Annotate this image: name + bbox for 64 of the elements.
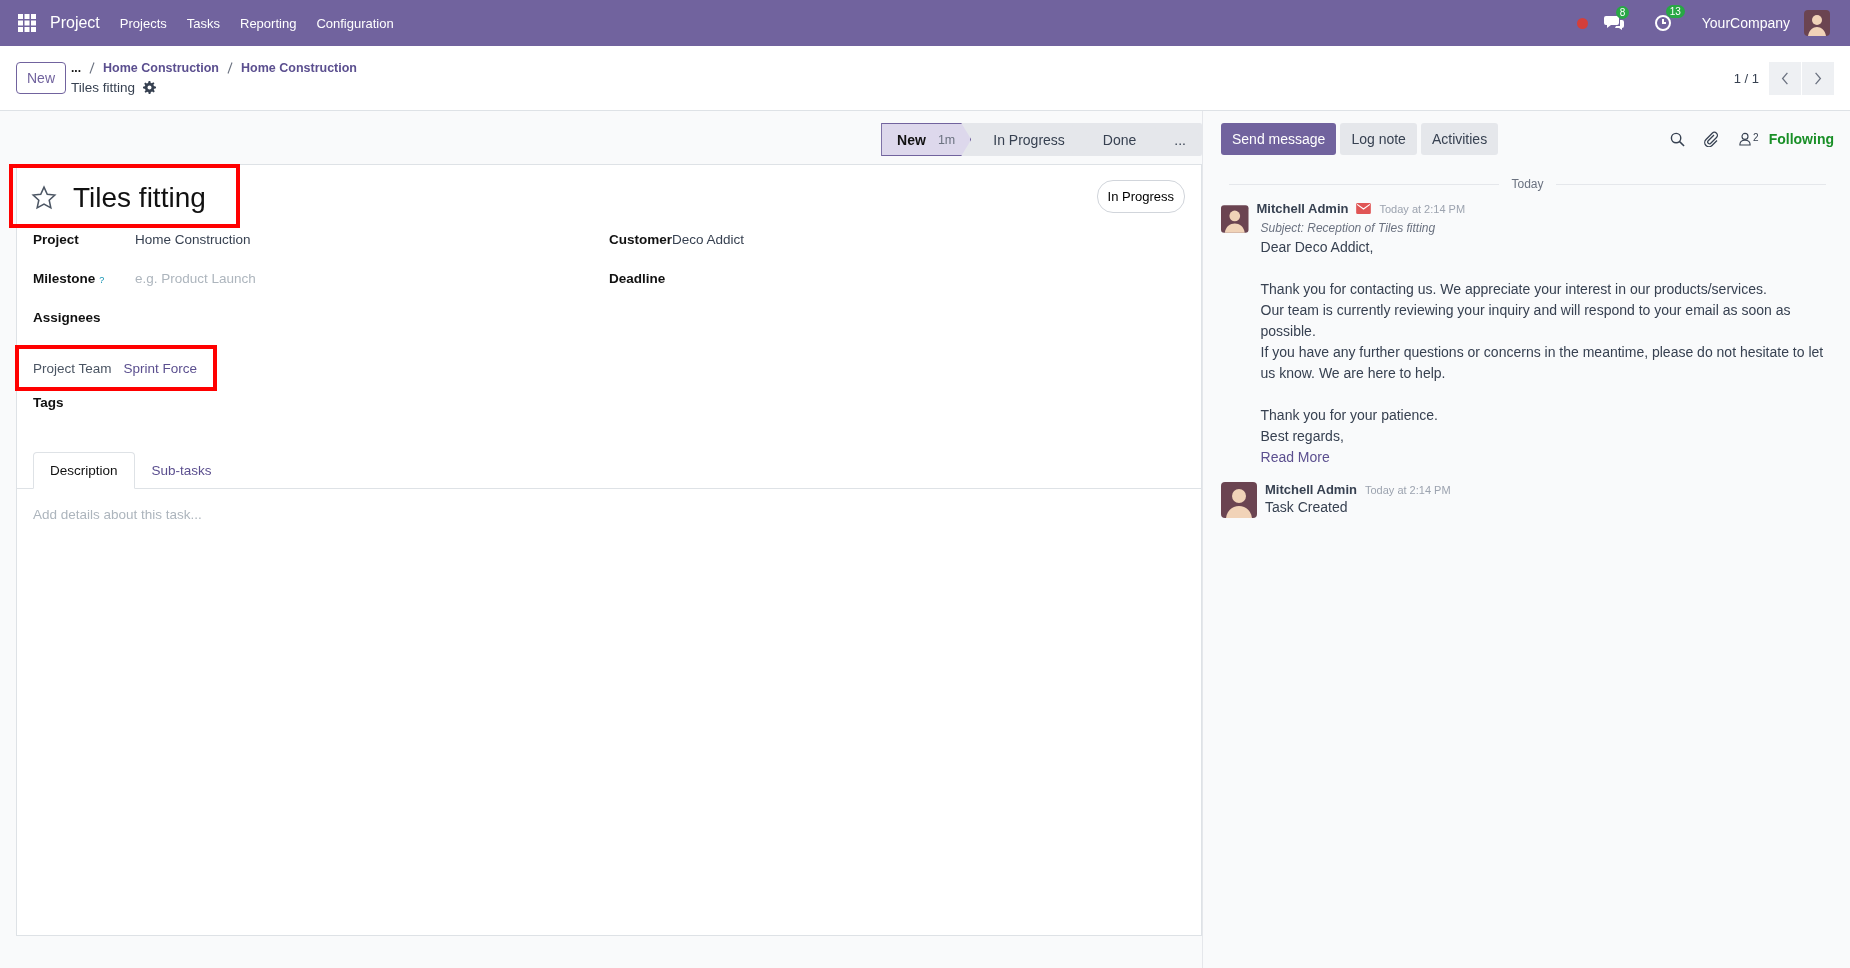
field-link[interactable]: Sprint Force: [123, 360, 198, 376]
message-text: Best regards,: [1260, 427, 1345, 446]
tab[interactable]: Description: [33, 452, 135, 489]
field-label: Project: [33, 232, 79, 247]
state-button[interactable]: In Progress: [1096, 180, 1185, 213]
breadcrumb-link[interactable]: Home Construction: [103, 61, 219, 75]
message-text: If you have any further questions or concerns in the meantime, please do not hesitate to let us know. We are here to help.: [1260, 343, 1825, 383]
envelope-icon: [1356, 203, 1372, 214]
person-icon[interactable]: [1739, 132, 1752, 146]
new-button[interactable]: New: [16, 62, 66, 94]
message-count-badge: 8: [1615, 6, 1630, 19]
message-text: Task Created: [1265, 498, 1349, 517]
author-avatar-icon[interactable]: [1221, 482, 1257, 518]
breadcrumb-separator-icon: [227, 62, 233, 74]
field-label: Tags: [33, 395, 64, 410]
message-text: Our team is currently reviewing your inquiry and will respond to your email as soon as possible.: [1260, 301, 1792, 341]
stage-button[interactable]: New 1m: [881, 123, 972, 156]
breadcrumb-link[interactable]: Home Construction: [241, 61, 357, 75]
followers-count: 2: [1753, 132, 1759, 143]
field-value[interactable]: Deco Addict: [672, 232, 745, 247]
chatter-button[interactable]: Send message: [1221, 123, 1337, 155]
date-separator: Today: [1511, 177, 1544, 191]
chatter-button[interactable]: Activities: [1420, 123, 1499, 155]
app-name[interactable]: Project: [50, 14, 100, 32]
chatter-button[interactable]: Log note: [1340, 123, 1417, 155]
message-time: Today at 2:14 PM: [1379, 202, 1466, 215]
author-name[interactable]: Mitchell Admin: [1256, 201, 1349, 216]
pager-value: 1 / 1: [1733, 70, 1759, 86]
chevron-right-icon: [1814, 71, 1822, 85]
task-title[interactable]: Tiles fitting: [73, 182, 206, 214]
author-name[interactable]: Mitchell Admin: [1265, 482, 1357, 497]
menu-item[interactable]: Reporting: [240, 15, 297, 31]
following-button[interactable]: Following: [1768, 131, 1834, 147]
message-time: Today at 2:14 PM: [1364, 483, 1451, 496]
field-label: Milestone: [33, 271, 96, 286]
chevron-left-icon: [1781, 71, 1789, 85]
gear-icon[interactable]: [143, 81, 157, 94]
message-text: Thank you for contacting us. We appreciate your interest in our products/services.: [1260, 280, 1768, 299]
activity-count-badge: 13: [1665, 5, 1685, 18]
menu-item[interactable]: Projects: [119, 15, 167, 31]
apps-menu-icon[interactable]: [18, 14, 36, 32]
field-label: Deadline: [609, 271, 666, 286]
chat-icon[interactable]: [1603, 15, 1624, 31]
paperclip-icon[interactable]: [1703, 131, 1720, 147]
search-icon[interactable]: [1670, 131, 1686, 147]
message-text: Dear Deco Addict,: [1260, 238, 1375, 257]
company-name[interactable]: YourCompany: [1701, 15, 1790, 31]
menu-item[interactable]: Tasks: [186, 15, 220, 31]
field-value[interactable]: Home Construction: [135, 232, 251, 247]
message-text: Thank you for your patience.: [1260, 406, 1439, 425]
help-tooltip[interactable]: ?: [99, 275, 105, 285]
clock-icon[interactable]: [1653, 14, 1672, 32]
read-more-link[interactable]: Read More: [1260, 449, 1330, 465]
field-label: Project Team: [33, 360, 112, 376]
star-icon[interactable]: [31, 185, 57, 211]
message-subject: Subject: Reception of Tiles fitting: [1260, 221, 1437, 235]
breadcrumb-separator-icon: [89, 62, 96, 74]
menu-item[interactable]: Configuration: [316, 15, 394, 31]
field-label: Assignees: [33, 310, 101, 325]
tab[interactable]: Sub-tasks: [134, 452, 229, 489]
record-name: Tiles fitting: [71, 80, 136, 95]
breadcrumb-more[interactable]: ...: [71, 61, 82, 75]
user-avatar-icon[interactable]: [1804, 10, 1830, 36]
field-label: Customer: [609, 232, 672, 247]
